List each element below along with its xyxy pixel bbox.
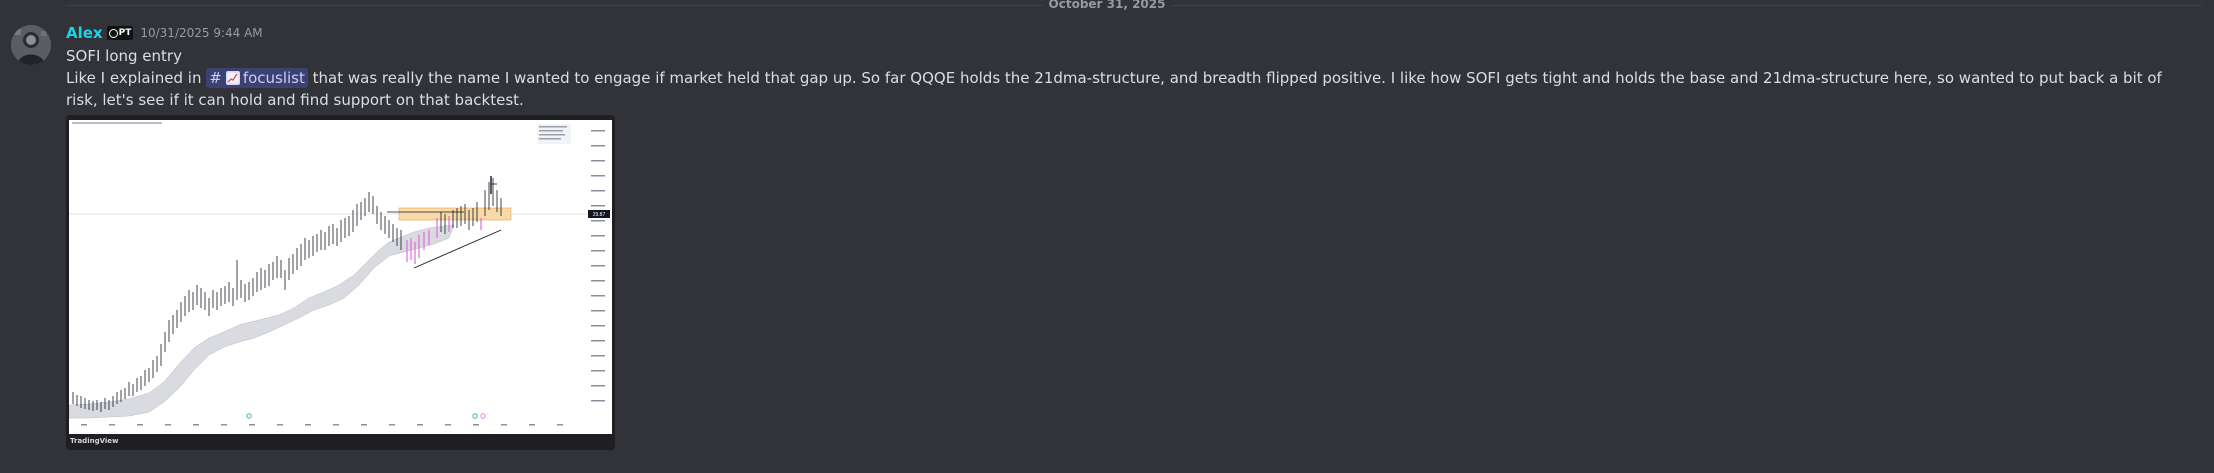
tag-badge-icon bbox=[108, 28, 118, 38]
message-content: SOFI long entry Like I explained in # foc… bbox=[66, 45, 2196, 111]
date-divider: October 31, 2025 bbox=[0, 0, 2214, 12]
stock-chart-graphic: 29.87 bbox=[68, 120, 612, 434]
avatar-image bbox=[11, 25, 51, 65]
username[interactable]: Alex bbox=[66, 24, 103, 42]
discord-chat-view: October 31, 2025 Alex PT 10/31/2025 9:44… bbox=[0, 0, 2214, 473]
tradingview-footer: TradingView bbox=[66, 434, 615, 450]
tag-badge[interactable]: PT bbox=[106, 26, 134, 40]
channel-mention-label: focuslist bbox=[242, 69, 305, 87]
message-text-suffix: that was really the name I wanted to eng… bbox=[66, 69, 2162, 109]
message-line-title: SOFI long entry bbox=[66, 47, 182, 65]
message-header: Alex PT 10/31/2025 9:44 AM bbox=[66, 22, 263, 44]
tag-badge-label: PT bbox=[118, 28, 132, 38]
image-attachment[interactable]: 29.87 TradingView bbox=[66, 115, 615, 450]
chart-legend bbox=[537, 124, 571, 144]
chart-increasing-emoji bbox=[225, 71, 240, 85]
price-tag-label: 29.87 bbox=[593, 212, 606, 218]
tradingview-chart-image: 29.87 bbox=[68, 120, 612, 434]
tradingview-logo: TradingView bbox=[70, 437, 119, 445]
support-zone bbox=[398, 207, 512, 221]
message-text-prefix: Like I explained in bbox=[66, 69, 207, 87]
date-divider-label: October 31, 2025 bbox=[1042, 0, 1172, 11]
hash-icon: # bbox=[209, 69, 222, 87]
channel-mention[interactable]: # focuslist bbox=[206, 68, 308, 88]
avatar[interactable] bbox=[11, 25, 51, 65]
message-timestamp[interactable]: 10/31/2025 9:44 AM bbox=[140, 26, 262, 40]
message-line-body: Like I explained in # focuslist that was … bbox=[66, 67, 2196, 111]
